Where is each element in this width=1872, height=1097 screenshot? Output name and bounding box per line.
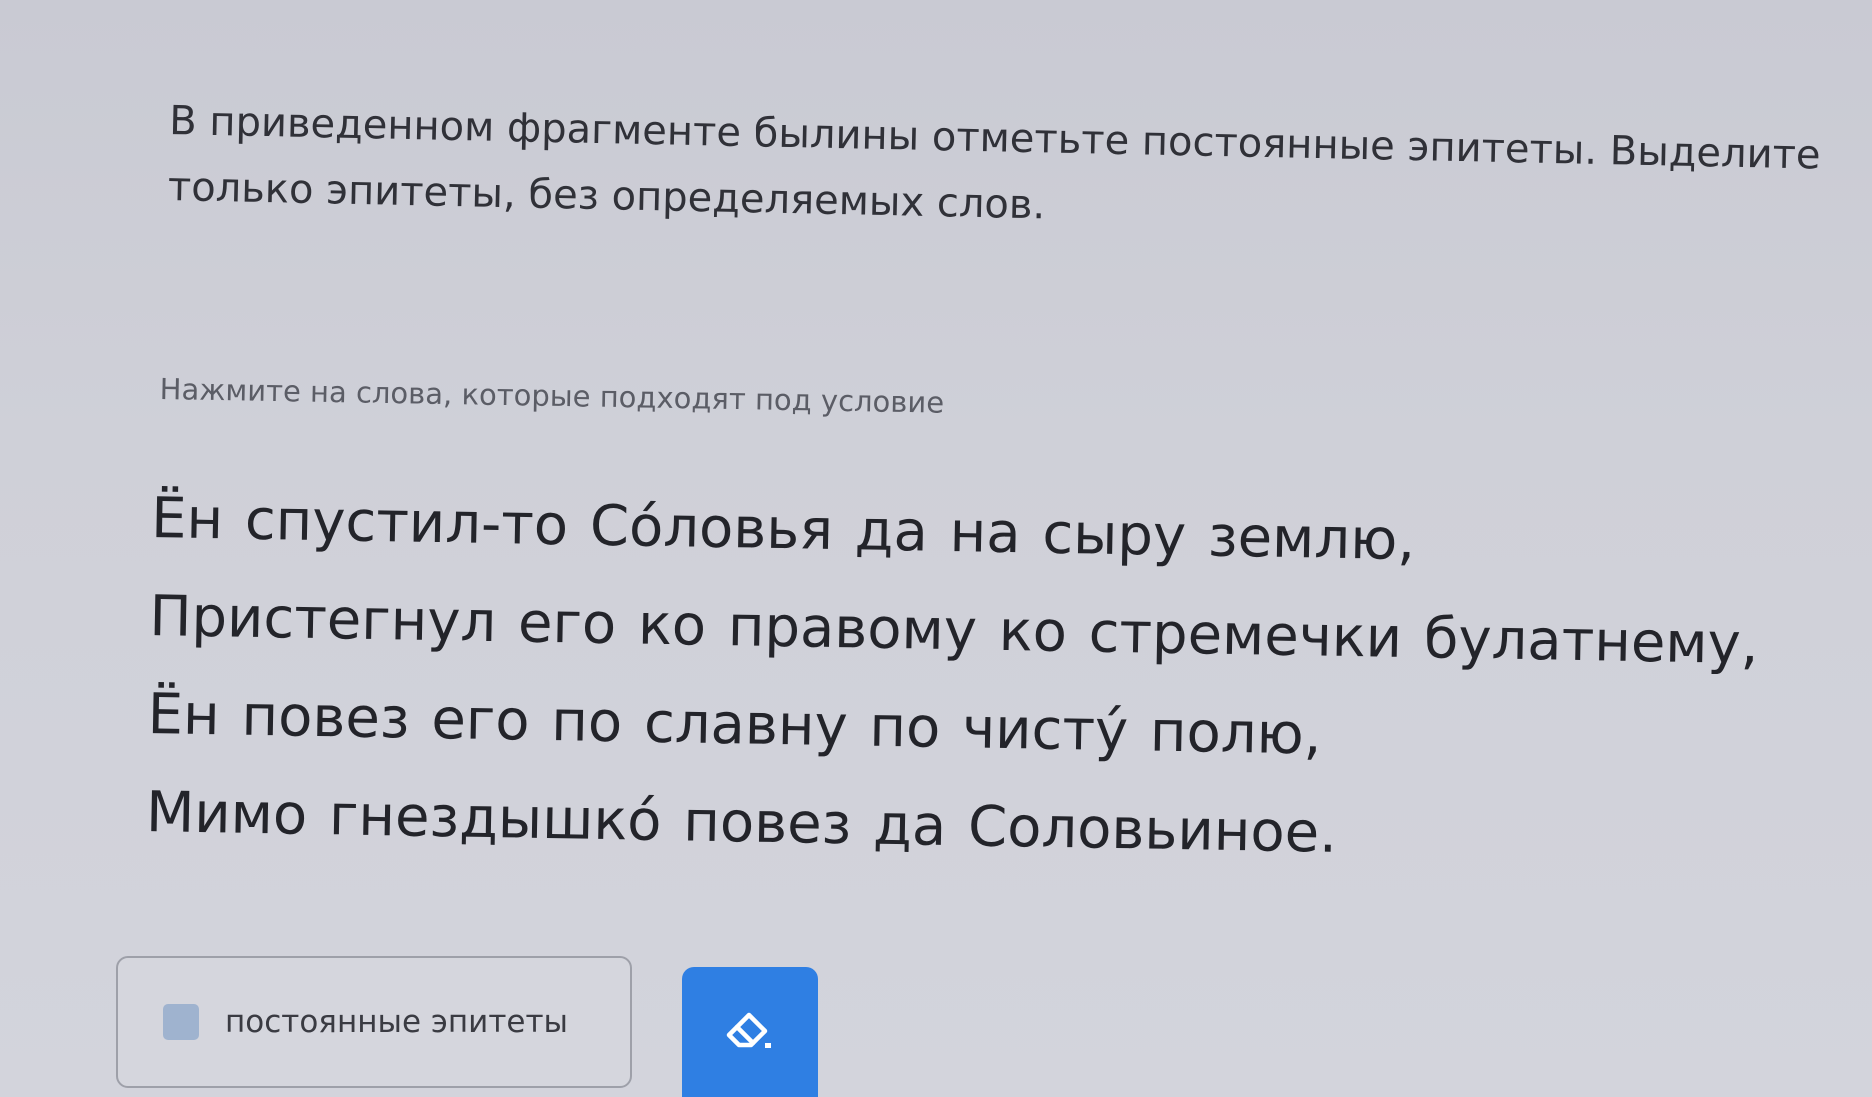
poem-word[interactable]: на xyxy=(947,500,1023,566)
eraser-icon xyxy=(721,1005,779,1059)
poem-word[interactable]: повез xyxy=(681,789,854,857)
poem-word[interactable]: Пристегнул xyxy=(147,584,499,655)
poem-word[interactable]: его xyxy=(429,687,532,754)
poem-word[interactable]: Соловьиное. xyxy=(965,794,1339,865)
poem-word[interactable]: полю, xyxy=(1147,699,1324,767)
poem-word[interactable]: булатнему, xyxy=(1421,606,1761,677)
poem-word[interactable]: спустил-то xyxy=(242,488,570,559)
poem-word[interactable]: сыру xyxy=(1040,502,1189,570)
poem-word[interactable]: да xyxy=(852,498,930,564)
poem-word[interactable]: ко xyxy=(996,599,1069,665)
category-label: постоянные эпитеты xyxy=(225,1004,568,1040)
poem-word[interactable]: гнездышко́ xyxy=(326,783,664,854)
poem-word[interactable]: да xyxy=(871,793,949,859)
poem-word[interactable]: Ён xyxy=(145,682,222,748)
poem-word[interactable]: правому xyxy=(725,594,979,663)
poem-word[interactable]: повез xyxy=(239,684,412,752)
poem-word[interactable]: его xyxy=(516,590,619,657)
poem-word[interactable]: ко xyxy=(635,593,708,659)
poem-word[interactable]: землю, xyxy=(1205,504,1417,573)
task-instructions: В приведенном фрагменте былины отметьте … xyxy=(167,88,1829,255)
poem-word[interactable]: чисту́ xyxy=(960,696,1131,764)
eraser-button[interactable] xyxy=(682,967,818,1097)
poem-word[interactable]: по xyxy=(867,695,943,761)
poem-fragment: Ён спустил-то Со́ловья да на сыру землю,… xyxy=(143,470,1850,892)
category-option-permanent-epithets[interactable]: постоянные эпитеты xyxy=(116,956,632,1088)
poem-word[interactable]: Со́ловья xyxy=(587,494,835,563)
hint-text: Нажмите на слова, которые подходят под у… xyxy=(159,372,945,420)
poem-word[interactable]: Мимо xyxy=(143,780,309,848)
poem-word[interactable]: Ён xyxy=(149,486,226,552)
poem-word[interactable]: стремечки xyxy=(1086,600,1405,671)
poem-word[interactable]: по xyxy=(549,689,625,755)
poem-word[interactable]: славну xyxy=(641,691,850,760)
category-color-swatch xyxy=(163,1004,199,1040)
